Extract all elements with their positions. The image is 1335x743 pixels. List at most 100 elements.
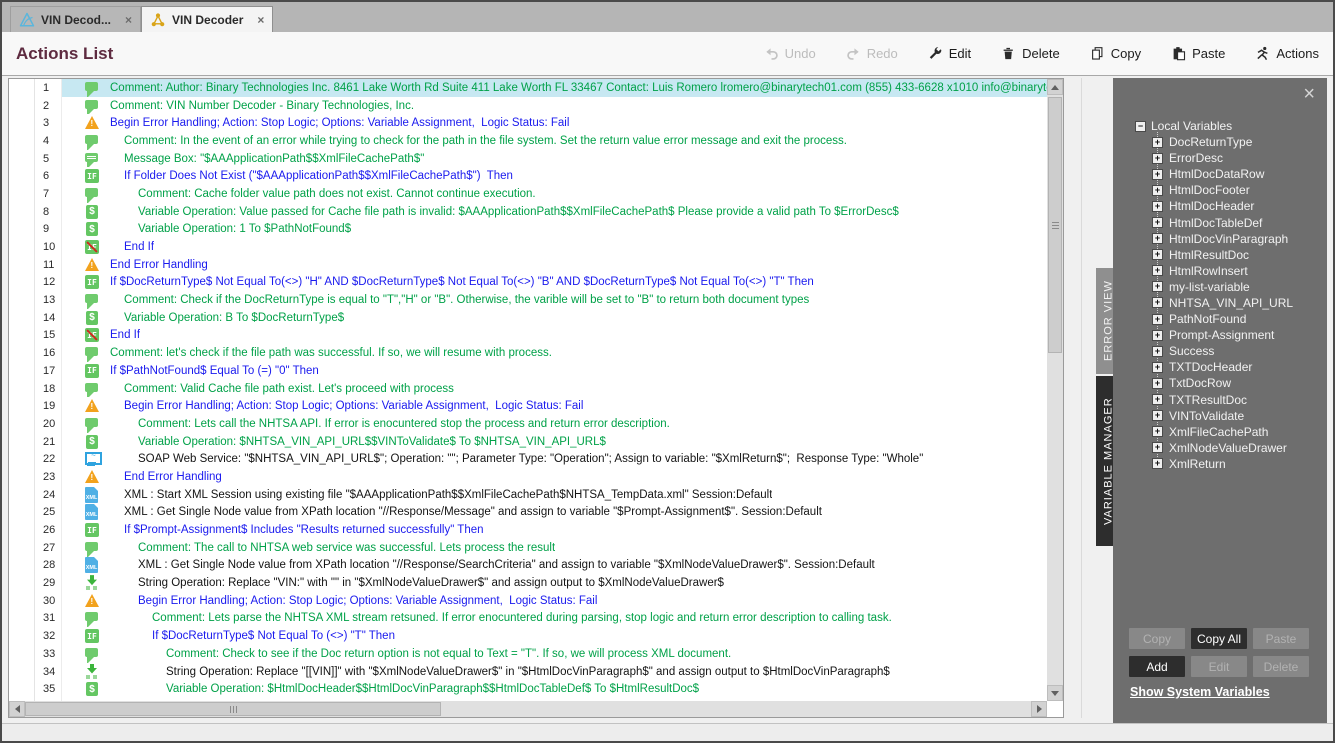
expand-icon[interactable]: + bbox=[1152, 458, 1163, 470]
action-row[interactable]: 30 Begin Error Handling; Action: Stop Log… bbox=[9, 591, 1047, 610]
action-row-body-selected[interactable]: Comment: Author: Binary Technologies Inc… bbox=[62, 79, 1047, 97]
expand-icon[interactable]: + bbox=[1152, 313, 1163, 325]
action-row[interactable]: 26 If $Prompt-Assignment$ Includes "Resul… bbox=[9, 521, 1047, 539]
action-row[interactable]: 7 Comment: Cache folder value path does n… bbox=[9, 185, 1047, 203]
horizontal-scroll-thumb[interactable] bbox=[25, 702, 441, 716]
action-row-body[interactable]: Comment: Lets parse the NHTSA XML stream… bbox=[62, 610, 1047, 628]
action-row-body[interactable]: Variable Operation: Value passed for Cac… bbox=[62, 203, 1047, 221]
action-row[interactable]: 24 XML : Start XML Session using existing… bbox=[9, 485, 1047, 504]
action-row[interactable]: 25 XML : Get Single Node value from XPath… bbox=[9, 503, 1047, 522]
action-row-body[interactable]: XML : Get Single Node value from XPath l… bbox=[62, 557, 1047, 575]
action-row[interactable]: 29 String Operation: Replace "VIN:" with … bbox=[9, 574, 1047, 592]
variable-item-errordesc[interactable]: + ErrorDesc bbox=[1113, 150, 1323, 166]
expand-icon[interactable]: + bbox=[1152, 233, 1163, 245]
action-row[interactable]: 17 If $PathNotFound$ Equal To (=) "0" The… bbox=[9, 362, 1047, 380]
action-row[interactable]: 33 Comment: Check to see if the Doc retur… bbox=[9, 645, 1047, 663]
action-row[interactable]: 6 If Folder Does Not Exist ("$AAApplicati… bbox=[9, 167, 1047, 186]
action-row[interactable]: 5 Message Box: "$AAApplicationPath$$XmlFi… bbox=[9, 149, 1047, 168]
action-row-body[interactable]: If $PathNotFound$ Equal To (=) "0" Then bbox=[62, 362, 1047, 380]
variable-item-htmlrowinsert[interactable]: + HtmlRowInsert bbox=[1113, 263, 1323, 279]
variable-item-htmldocdatarow[interactable]: + HtmlDocDataRow bbox=[1113, 166, 1323, 182]
copy-button[interactable]: Copy bbox=[1090, 46, 1141, 61]
action-row[interactable]: 3 Begin Error Handling; Action: Stop Logi… bbox=[9, 114, 1047, 133]
variable-item-docreturntype[interactable]: + DocReturnType bbox=[1113, 134, 1323, 150]
action-row[interactable]: 21 Variable Operation: $NHTSA_VIN_API_URL… bbox=[9, 432, 1047, 451]
variable-item-nhtsa_vin_api_url[interactable]: + NHTSA_VIN_API_URL bbox=[1113, 295, 1323, 311]
action-row[interactable]: 35 Variable Operation: $HtmlDocHeader$$Ht… bbox=[9, 680, 1047, 699]
variable-item-htmldocheader[interactable]: + HtmlDocHeader bbox=[1113, 198, 1323, 214]
action-row-body[interactable]: If $DocReturnType$ Not Equal To (<>) "T"… bbox=[62, 627, 1047, 645]
horizontal-scrollbar[interactable] bbox=[9, 701, 1047, 717]
action-row-body[interactable]: Variable Operation: 1 To $PathNotFound$ bbox=[62, 221, 1047, 239]
expand-icon[interactable]: + bbox=[1152, 281, 1163, 293]
action-row[interactable]: 34 String Operation: Replace "[[VIN]]" wi… bbox=[9, 662, 1047, 681]
expand-icon[interactable]: + bbox=[1152, 329, 1163, 341]
action-row-body[interactable]: XML : Get Single Node value from XPath l… bbox=[62, 504, 1047, 522]
action-row-body[interactable]: If $DocReturnType$ Not Equal To(<>) "H" … bbox=[62, 274, 1047, 292]
expand-icon[interactable]: + bbox=[1152, 249, 1163, 261]
show-system-variables-link[interactable]: Show System Variables bbox=[1130, 685, 1270, 699]
action-row-body[interactable]: Begin Error Handling; Action: Stop Logic… bbox=[62, 592, 1047, 610]
variable-item-pathnotfound[interactable]: + PathNotFound bbox=[1113, 311, 1323, 327]
variable-item-txtdocheader[interactable]: + TXTDocHeader bbox=[1113, 359, 1323, 375]
variable-item-xmlfilecachepath[interactable]: + XmlFileCachePath bbox=[1113, 424, 1323, 440]
action-row[interactable]: 18 Comment: Valid Cache file path exist. … bbox=[9, 379, 1047, 398]
expand-icon[interactable]: + bbox=[1152, 297, 1163, 309]
action-row-body[interactable]: End If bbox=[62, 327, 1047, 345]
tab-vin-decod-[interactable]: VIN Decod... × bbox=[10, 6, 142, 32]
action-row-body[interactable]: End If bbox=[62, 238, 1047, 256]
expand-icon[interactable]: + bbox=[1152, 394, 1163, 406]
action-row-body[interactable]: Comment: VIN Number Decoder - Binary Tec… bbox=[62, 97, 1047, 115]
actions-button[interactable]: Actions bbox=[1255, 46, 1319, 61]
variable-item-htmldocfooter[interactable]: + HtmlDocFooter bbox=[1113, 182, 1323, 198]
expand-icon[interactable]: + bbox=[1152, 184, 1163, 196]
tree-root[interactable]: − Local Variables bbox=[1113, 118, 1323, 134]
vertical-scroll-thumb[interactable] bbox=[1048, 97, 1062, 353]
variable-item-txtresultdoc[interactable]: + TXTResultDoc bbox=[1113, 392, 1323, 408]
action-row[interactable]: 2 Comment: VIN Number Decoder - Binary Te… bbox=[9, 96, 1047, 115]
action-row-body[interactable]: Variable Operation: B To $DocReturnType$ bbox=[62, 309, 1047, 327]
variable-item-htmlresultdoc[interactable]: + HtmlResultDoc bbox=[1113, 247, 1323, 263]
variable-item-prompt-assignment[interactable]: + Prompt-Assignment bbox=[1113, 327, 1323, 343]
action-row-body[interactable]: End Error Handling bbox=[62, 256, 1047, 274]
action-row[interactable]: 27 Comment: The call to NHTSA web service… bbox=[9, 538, 1047, 557]
action-row-body[interactable]: If $Prompt-Assignment$ Includes "Results… bbox=[62, 521, 1047, 539]
expand-icon[interactable]: + bbox=[1152, 168, 1163, 180]
action-row-body[interactable]: Begin Error Handling; Action: Stop Logic… bbox=[62, 114, 1047, 132]
expand-icon[interactable]: + bbox=[1152, 136, 1163, 148]
variable-item-htmldocvinparagraph[interactable]: + HtmlDocVinParagraph bbox=[1113, 231, 1323, 247]
action-row[interactable]: 16 Comment: let's check if the file path … bbox=[9, 344, 1047, 362]
expand-icon[interactable]: + bbox=[1152, 345, 1163, 357]
action-row-body[interactable]: SOAP Web Service: "$NHTSA_VIN_API_URL$";… bbox=[62, 450, 1047, 468]
expand-icon[interactable]: + bbox=[1152, 200, 1163, 212]
tab-close-icon[interactable]: × bbox=[125, 14, 132, 26]
expand-icon[interactable]: + bbox=[1152, 442, 1163, 454]
action-row[interactable]: 9 Variable Operation: 1 To $PathNotFound$ bbox=[9, 220, 1047, 239]
variable-item-vintovalidate[interactable]: + VINToValidate bbox=[1113, 408, 1323, 424]
action-row-body[interactable]: Comment: Valid Cache file path exist. Le… bbox=[62, 380, 1047, 398]
vertical-scrollbar[interactable] bbox=[1047, 79, 1063, 701]
edit-button[interactable]: Edit bbox=[928, 46, 971, 61]
action-row-body[interactable]: End Error Handling bbox=[62, 468, 1047, 486]
variable-item-txtdocrow[interactable]: + TxtDocRow bbox=[1113, 375, 1323, 391]
action-row-body[interactable]: Comment: Check if the DocReturnType is e… bbox=[62, 291, 1047, 309]
expand-icon[interactable]: + bbox=[1152, 410, 1163, 422]
action-row-body[interactable]: Comment: Check to see if the Doc return … bbox=[62, 645, 1047, 663]
action-row-body[interactable]: Begin Error Handling; Action: Stop Logic… bbox=[62, 397, 1047, 415]
action-row-body[interactable]: Variable Operation: $HtmlDocHeader$$Html… bbox=[62, 680, 1047, 698]
variable-item-success[interactable]: + Success bbox=[1113, 343, 1323, 359]
tab-vin-decoder[interactable]: VIN Decoder × bbox=[141, 6, 274, 32]
action-row[interactable]: 4 Comment: In the event of an error while… bbox=[9, 132, 1047, 150]
action-row[interactable]: 15 End If bbox=[9, 326, 1047, 345]
action-row-body[interactable]: String Operation: Replace "[[VIN]]" with… bbox=[62, 663, 1047, 681]
variable-item-my-list-variable[interactable]: + my-list-variable bbox=[1113, 279, 1323, 295]
action-row-body[interactable]: Comment: In the event of an error while … bbox=[62, 132, 1047, 150]
action-row-body[interactable]: String Operation: Replace "VIN:" with ""… bbox=[62, 574, 1047, 592]
action-row[interactable]: 1 Comment: Author: Binary Technologies In… bbox=[9, 79, 1047, 97]
copy-all-variable-button[interactable]: Copy All bbox=[1191, 628, 1247, 649]
scroll-left-button[interactable] bbox=[9, 701, 25, 717]
action-row[interactable]: 31 Comment: Lets parse the NHTSA XML stre… bbox=[9, 609, 1047, 628]
action-row[interactable]: 14 Variable Operation: B To $DocReturnTyp… bbox=[9, 308, 1047, 327]
scroll-up-button[interactable] bbox=[1047, 79, 1063, 95]
expand-icon[interactable]: + bbox=[1152, 217, 1163, 229]
